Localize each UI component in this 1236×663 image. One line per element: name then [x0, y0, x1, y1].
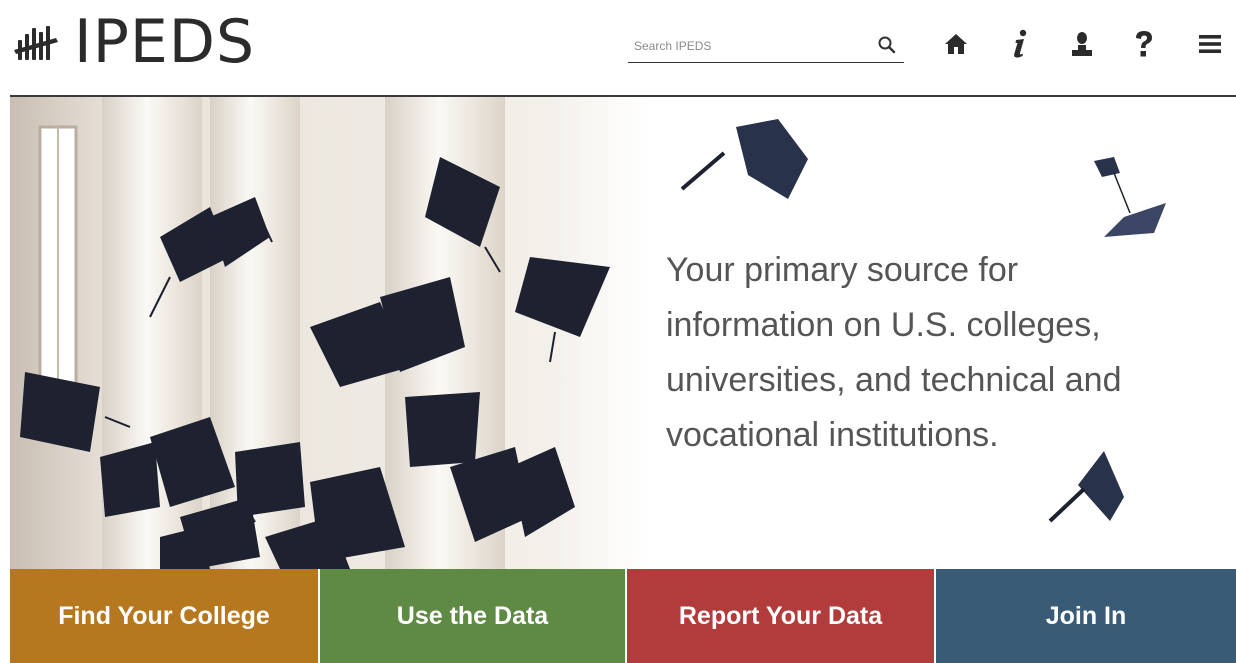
bar-chart-hand-icon — [14, 26, 58, 60]
use-the-data-tile[interactable]: Use the Data — [318, 569, 625, 663]
floating-cap-top — [680, 119, 808, 199]
ipeds-logo[interactable]: IPEDS — [14, 6, 255, 78]
info-icon[interactable] — [1004, 26, 1036, 62]
graduation-caps-photo — [10, 97, 650, 569]
user-icon[interactable] — [1066, 26, 1098, 62]
find-your-college-tile[interactable]: Find Your College — [10, 569, 318, 663]
floating-cap-right — [1094, 157, 1166, 237]
search-icon[interactable] — [876, 34, 898, 56]
join-in-tile[interactable]: Join In — [934, 569, 1236, 663]
hero-tagline: Your primary source for information on U… — [666, 251, 1122, 454]
help-icon[interactable] — [1128, 26, 1160, 62]
report-your-data-tile[interactable]: Report Your Data — [625, 569, 934, 663]
search-input[interactable] — [634, 36, 864, 56]
home-icon[interactable] — [940, 26, 972, 62]
search-box — [628, 30, 904, 63]
site-header: IPEDS — [0, 0, 1236, 96]
primary-action-tiles: Find Your College Use the Data Report Yo… — [10, 569, 1236, 663]
logo-text: IPEDS — [74, 7, 256, 77]
menu-icon[interactable] — [1194, 26, 1226, 62]
hero-banner: Your primary source for information on U… — [10, 97, 1236, 569]
